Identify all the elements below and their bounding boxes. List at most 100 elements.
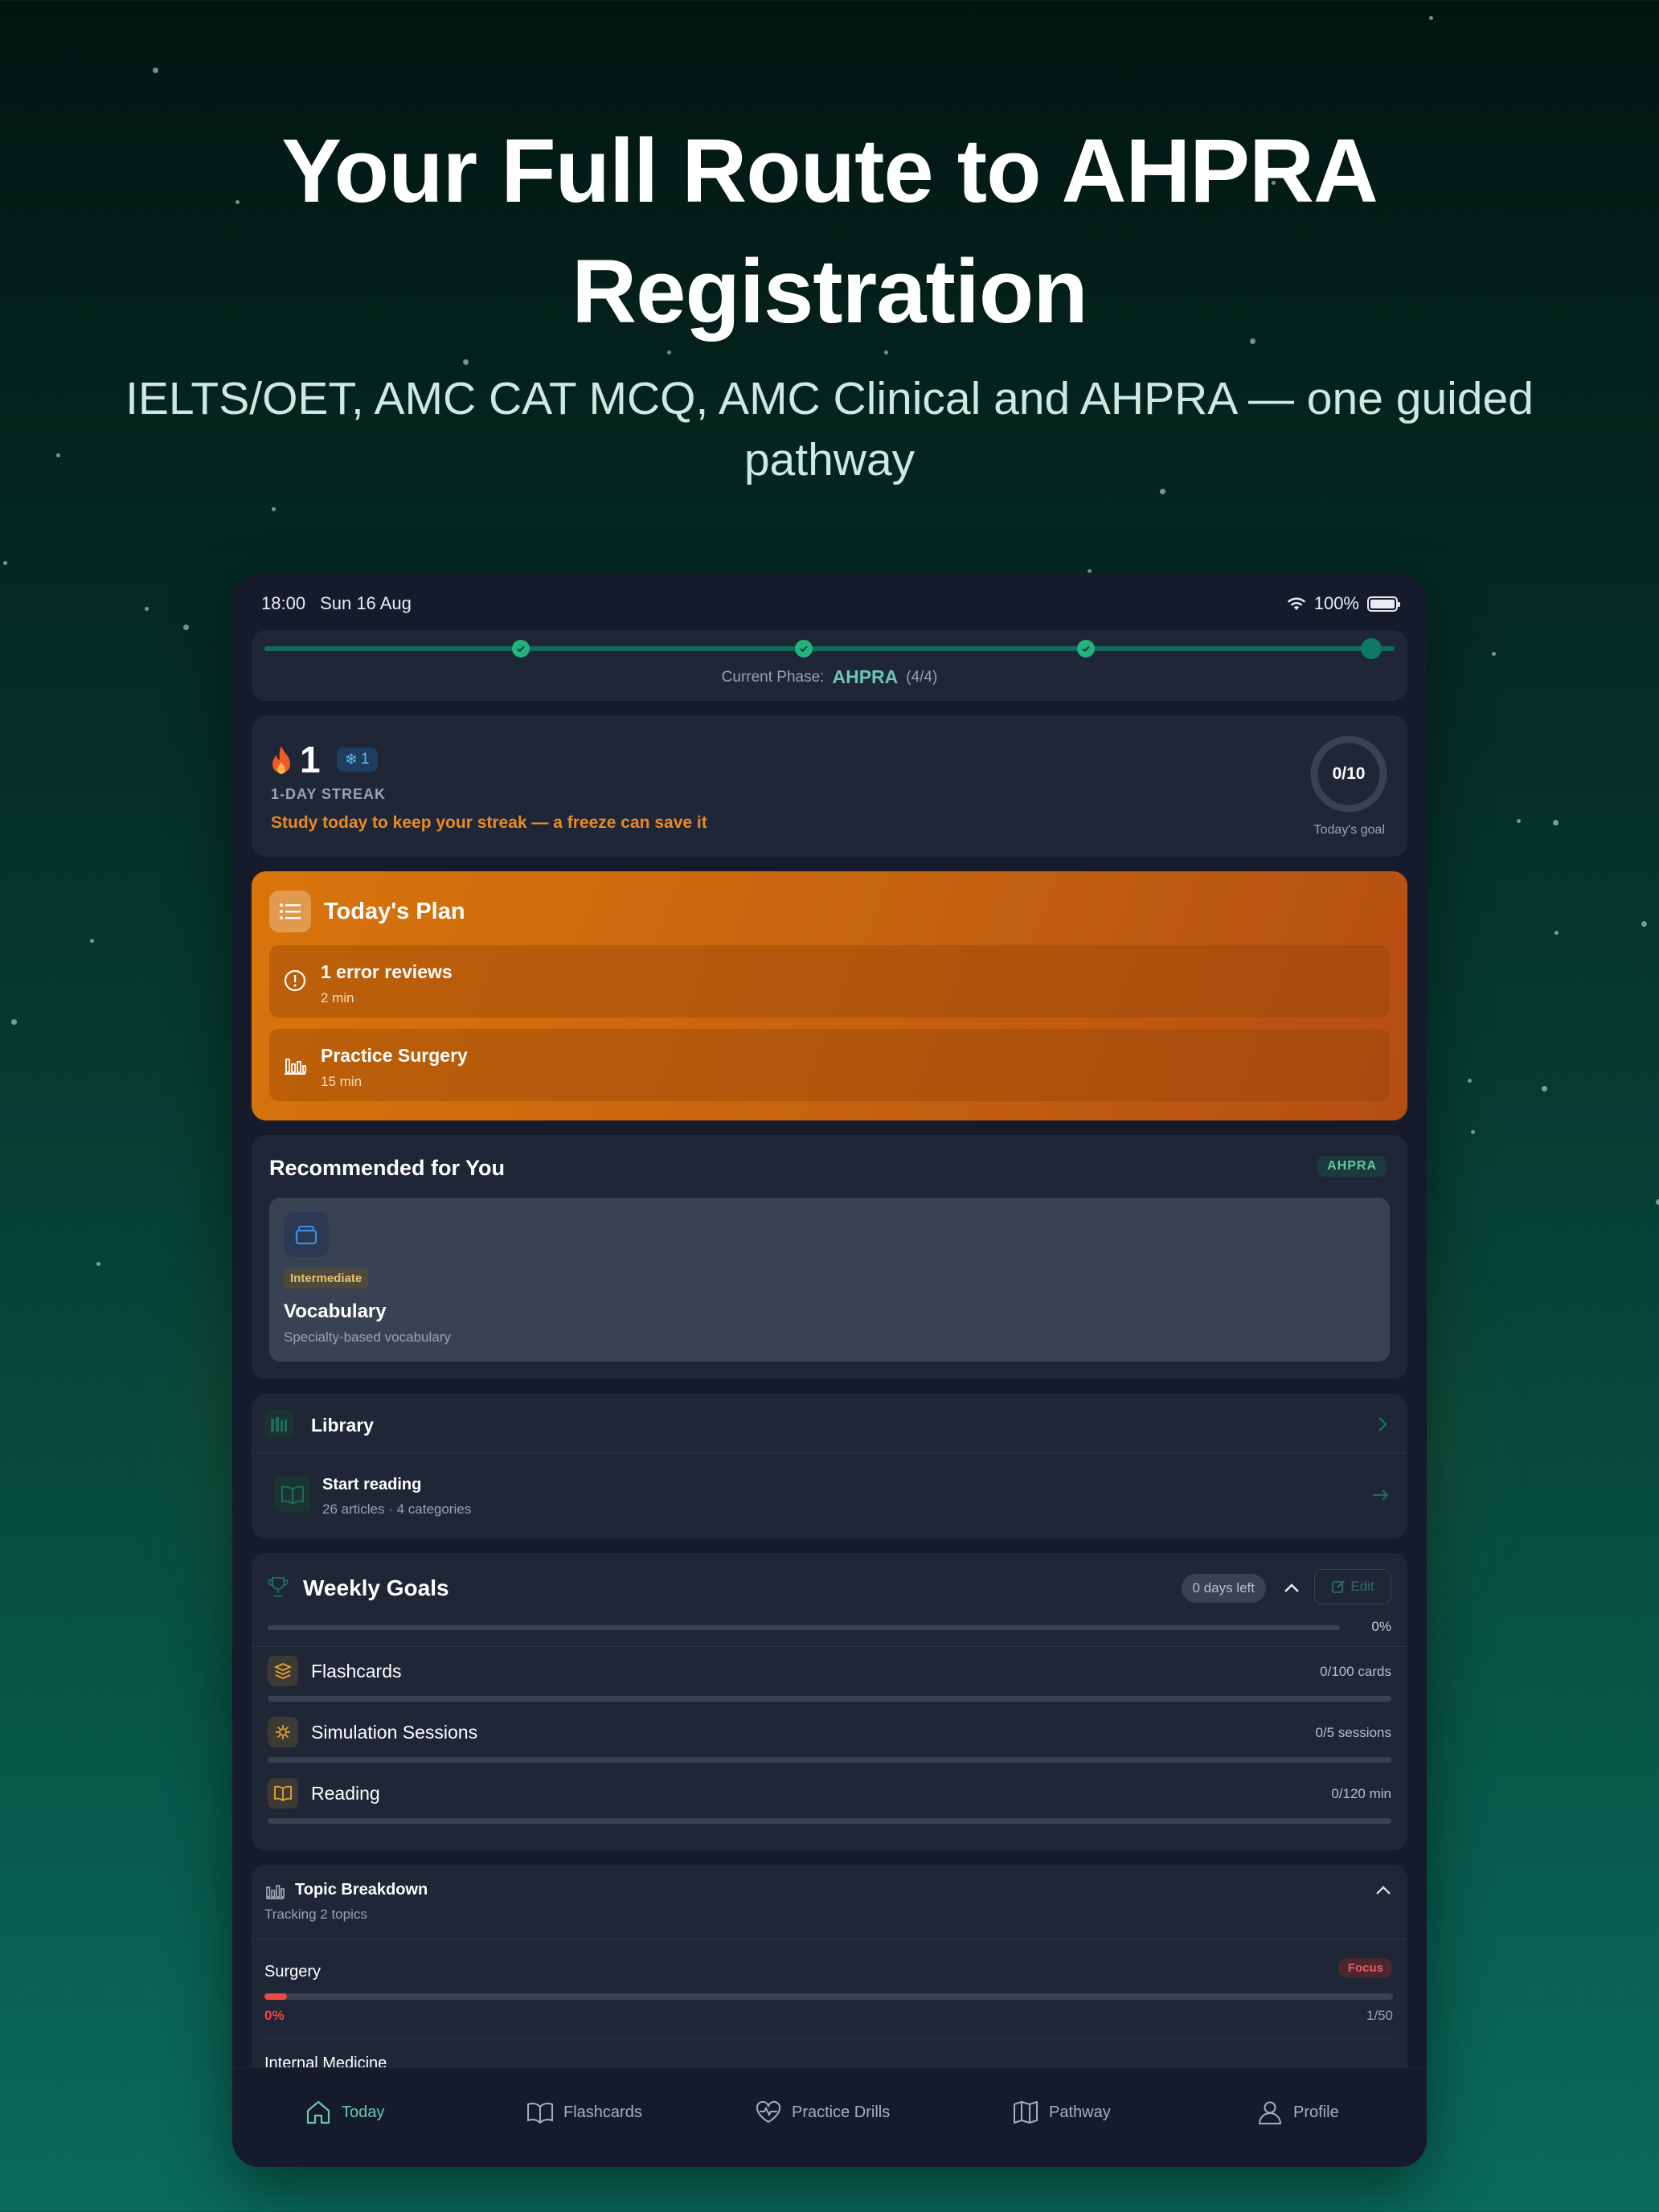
plan-item-duration: 2 min <box>321 990 354 1006</box>
home-icon <box>306 2100 330 2124</box>
star <box>1641 921 1647 927</box>
plan-item-duration: 15 min <box>321 1074 363 1089</box>
overall-goal-bar <box>268 1625 1340 1630</box>
current-phase-name: AHPRA <box>832 666 899 687</box>
star <box>272 507 276 511</box>
library-row-title: Start reading <box>322 1476 422 1493</box>
star <box>1492 652 1496 656</box>
daily-goal-label: Today's goal <box>1313 823 1385 837</box>
edit-goals-button[interactable]: Edit <box>1314 1569 1391 1604</box>
star <box>145 607 149 611</box>
goal-progress-bar <box>268 1696 1391 1702</box>
tab-today[interactable]: Today <box>305 2099 384 2126</box>
daily-goal-ring[interactable]: 0/10 <box>1309 735 1388 813</box>
star <box>3 561 7 565</box>
chevron-right-icon <box>1378 1417 1387 1432</box>
recommended-item-description: Specialty-based vocabulary <box>284 1329 451 1345</box>
star <box>11 1019 17 1025</box>
star <box>1471 1130 1475 1134</box>
promo-subline-line2: pathway <box>743 434 916 485</box>
tab-flashcards[interactable]: Flashcards <box>526 2099 642 2126</box>
promo-subline-line1: IELTS/OET, AMC CAT MCQ, AMC Clinical and… <box>125 373 1534 424</box>
status-bar: 18:00 Sun 16 Aug 100% <box>261 584 1400 624</box>
tablet-screen: 18:00 Sun 16 Aug 100% Current Phase: AHP… <box>232 574 1427 2167</box>
overall-goal-percent: 0% <box>1371 1619 1391 1634</box>
star <box>1517 819 1521 823</box>
recommended-phase-badge: AHPRA <box>1317 1156 1387 1177</box>
goal-value: 0/100 cards <box>1320 1664 1391 1679</box>
current-phase-count: (4/4) <box>906 668 938 686</box>
library-header[interactable]: Library <box>252 1394 1407 1453</box>
star <box>1088 569 1092 573</box>
goal-progress-bar <box>268 1818 1391 1824</box>
bar-chart-icon <box>285 1059 306 1075</box>
streak-count: 1 <box>300 739 321 780</box>
plan-item-practice-surgery[interactable]: Practice Surgery 15 min <box>269 1029 1390 1101</box>
battery-percent: 100% <box>1313 593 1359 613</box>
edit-icon <box>1332 1580 1345 1593</box>
recommended-item-vocabulary[interactable]: Intermediate Vocabulary Specialty-based … <box>269 1198 1390 1362</box>
current-phase-label: Current Phase: AHPRA (4/4) <box>252 666 1407 688</box>
sim-icon <box>268 1717 298 1747</box>
star <box>96 1262 100 1266</box>
status-date: Sun 16 Aug <box>320 593 412 613</box>
star <box>1553 820 1559 825</box>
open-book-icon <box>527 2103 553 2124</box>
tab-bar: Today Flashcards Practice Drills Pathway… <box>232 2067 1427 2167</box>
arrow-right-icon <box>1373 1489 1389 1501</box>
star <box>1555 931 1559 935</box>
promo-headline-line1: Your Full Route to AHPRA <box>281 121 1378 221</box>
topic-percent: 0% <box>264 2008 285 2023</box>
phase-progress-card[interactable]: Current Phase: AHPRA (4/4) <box>252 630 1407 701</box>
streak-freeze-badge[interactable]: ❄ 1 <box>337 748 378 772</box>
level-badge: Intermediate <box>284 1268 369 1288</box>
divider <box>264 2038 1395 2039</box>
phase-node-current <box>1361 638 1382 659</box>
phase-node-3-check-icon <box>1077 640 1095 657</box>
tab-label: Flashcards <box>563 2103 642 2121</box>
star <box>1656 1199 1659 1205</box>
goal-value: 0/5 sessions <box>1315 1725 1392 1740</box>
recommended-item-name: Vocabulary <box>284 1301 387 1322</box>
star <box>1468 1079 1472 1083</box>
star <box>463 359 469 365</box>
promo-headline-line2: Registration <box>571 241 1088 342</box>
daily-goal-value: 0/10 <box>1332 764 1366 783</box>
days-left-badge: 0 days left <box>1181 1574 1266 1603</box>
status-time: 18:00 <box>261 593 306 613</box>
library-icon <box>264 1410 293 1439</box>
tab-label: Today <box>342 2103 385 2121</box>
phase-node-1-check-icon <box>512 640 530 657</box>
trophy-icon <box>268 1577 289 1597</box>
streak-warning: Study today to keep your streak — a free… <box>271 813 707 832</box>
goal-progress-bar <box>268 1757 1391 1763</box>
chevron-up-icon[interactable] <box>1375 1884 1391 1895</box>
library-card: Library Start reading 26 articles · 4 ca… <box>252 1394 1407 1538</box>
library-title: Library <box>311 1415 374 1436</box>
phase-node-2-check-icon <box>795 640 813 657</box>
alert-circle-icon <box>284 969 306 992</box>
snowflake-icon: ❄ <box>345 751 358 768</box>
star <box>90 939 94 943</box>
tab-pathway[interactable]: Pathway <box>1012 2099 1111 2126</box>
topic-count: 1/50 <box>1366 2008 1393 2023</box>
streak-label: 1-DAY STREAK <box>271 786 387 802</box>
tab-practice-drills[interactable]: Practice Drills <box>755 2099 890 2126</box>
chevron-up-icon[interactable] <box>1284 1582 1300 1593</box>
plan-item-error-reviews[interactable]: 1 error reviews 2 min <box>269 945 1390 1018</box>
todays-plan-title: Today's Plan <box>324 899 465 924</box>
book-icon <box>268 1778 298 1809</box>
tab-label: Pathway <box>1049 2103 1111 2121</box>
tab-label: Practice Drills <box>792 2103 891 2121</box>
star <box>153 68 158 73</box>
streak-card[interactable]: 1 ❄ 1 1-DAY STREAK Study today to keep yo… <box>252 715 1407 857</box>
edit-label: Edit <box>1350 1579 1374 1594</box>
plan-item-title: 1 error reviews <box>321 961 453 982</box>
goal-name: Simulation Sessions <box>311 1722 478 1743</box>
stack-icon <box>268 1656 298 1686</box>
star <box>1429 16 1433 20</box>
tab-profile[interactable]: Profile <box>1256 2099 1339 2126</box>
phase-track <box>264 646 1395 651</box>
current-phase-caption: Current Phase: <box>721 668 825 686</box>
library-row-subtitle: 26 articles · 4 categories <box>322 1501 472 1517</box>
